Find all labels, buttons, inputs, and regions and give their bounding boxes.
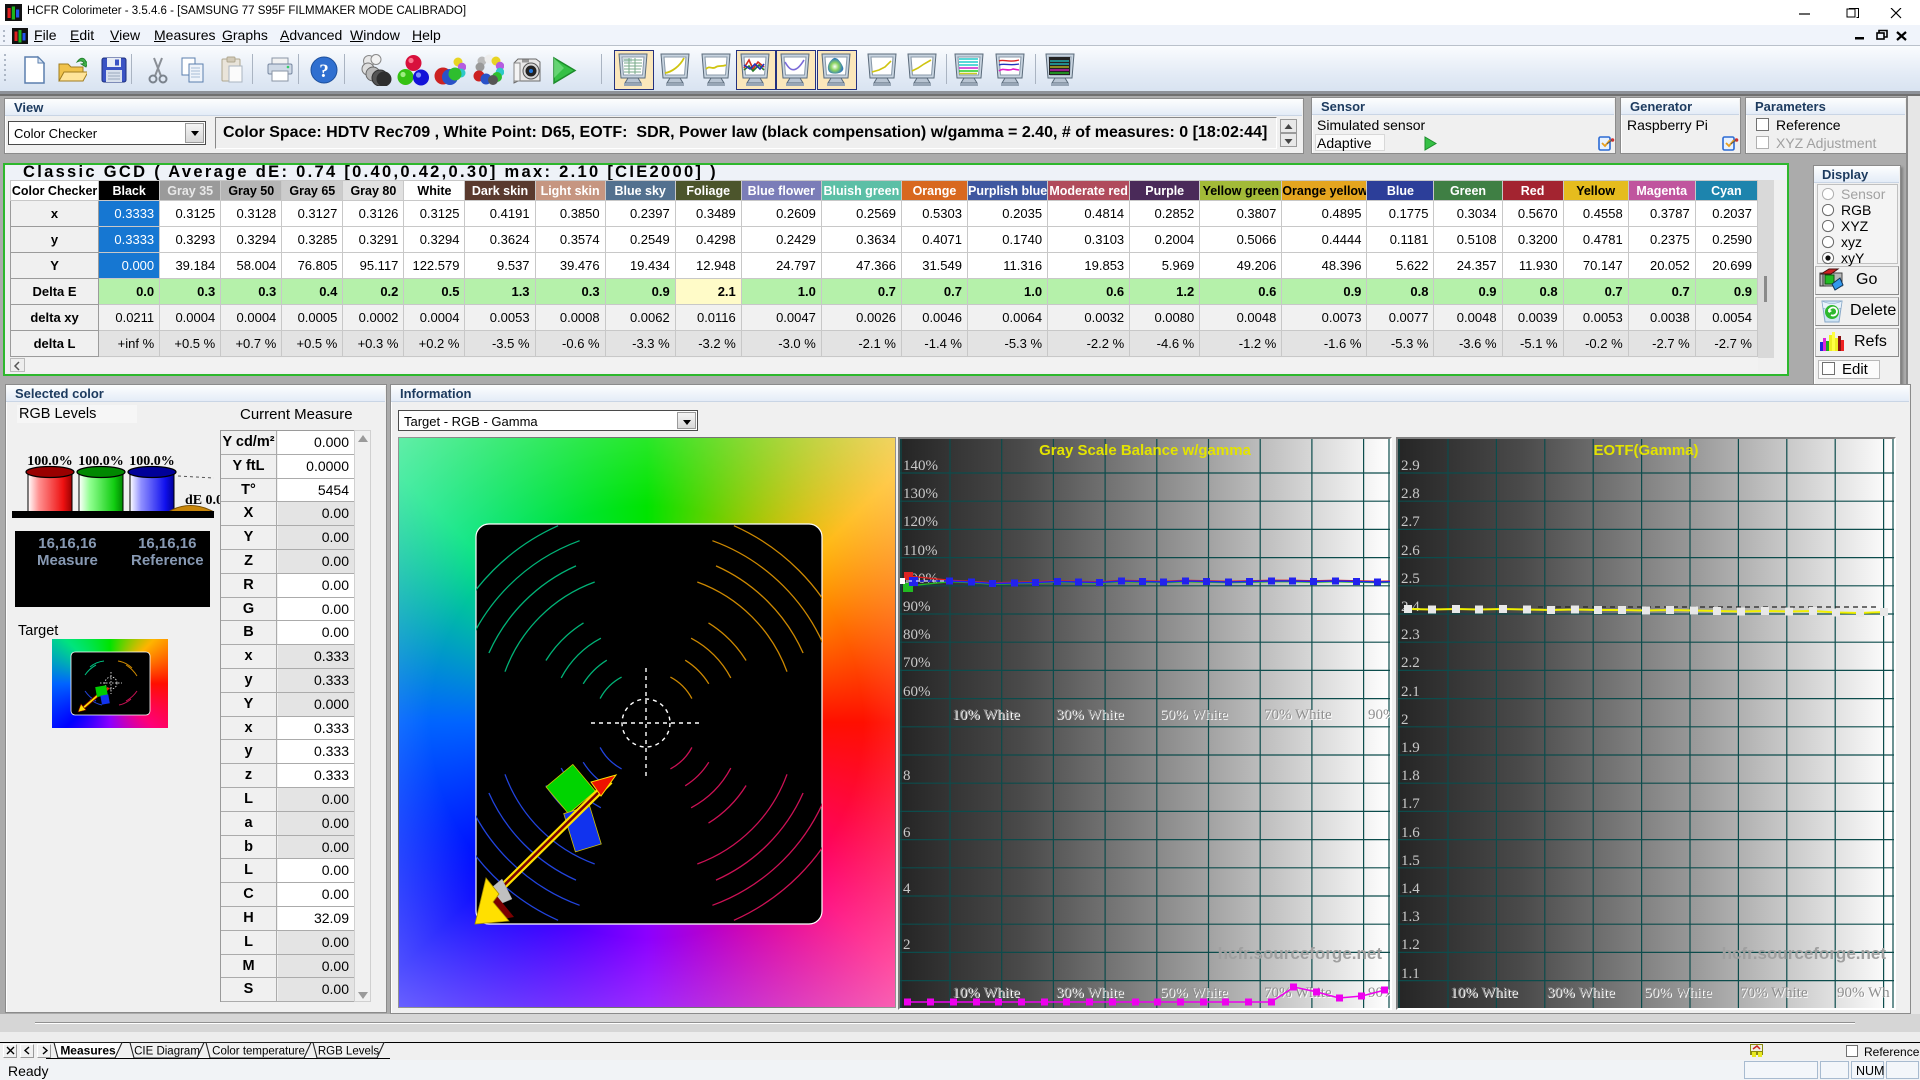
svg-text:Color temperature: Color temperature (212, 1046, 305, 1058)
svg-text:CIE Diagram: CIE Diagram (134, 1046, 200, 1058)
svg-text:Measures: Measures (60, 1044, 116, 1058)
svg-text:RGB Levels: RGB Levels (318, 1046, 380, 1058)
